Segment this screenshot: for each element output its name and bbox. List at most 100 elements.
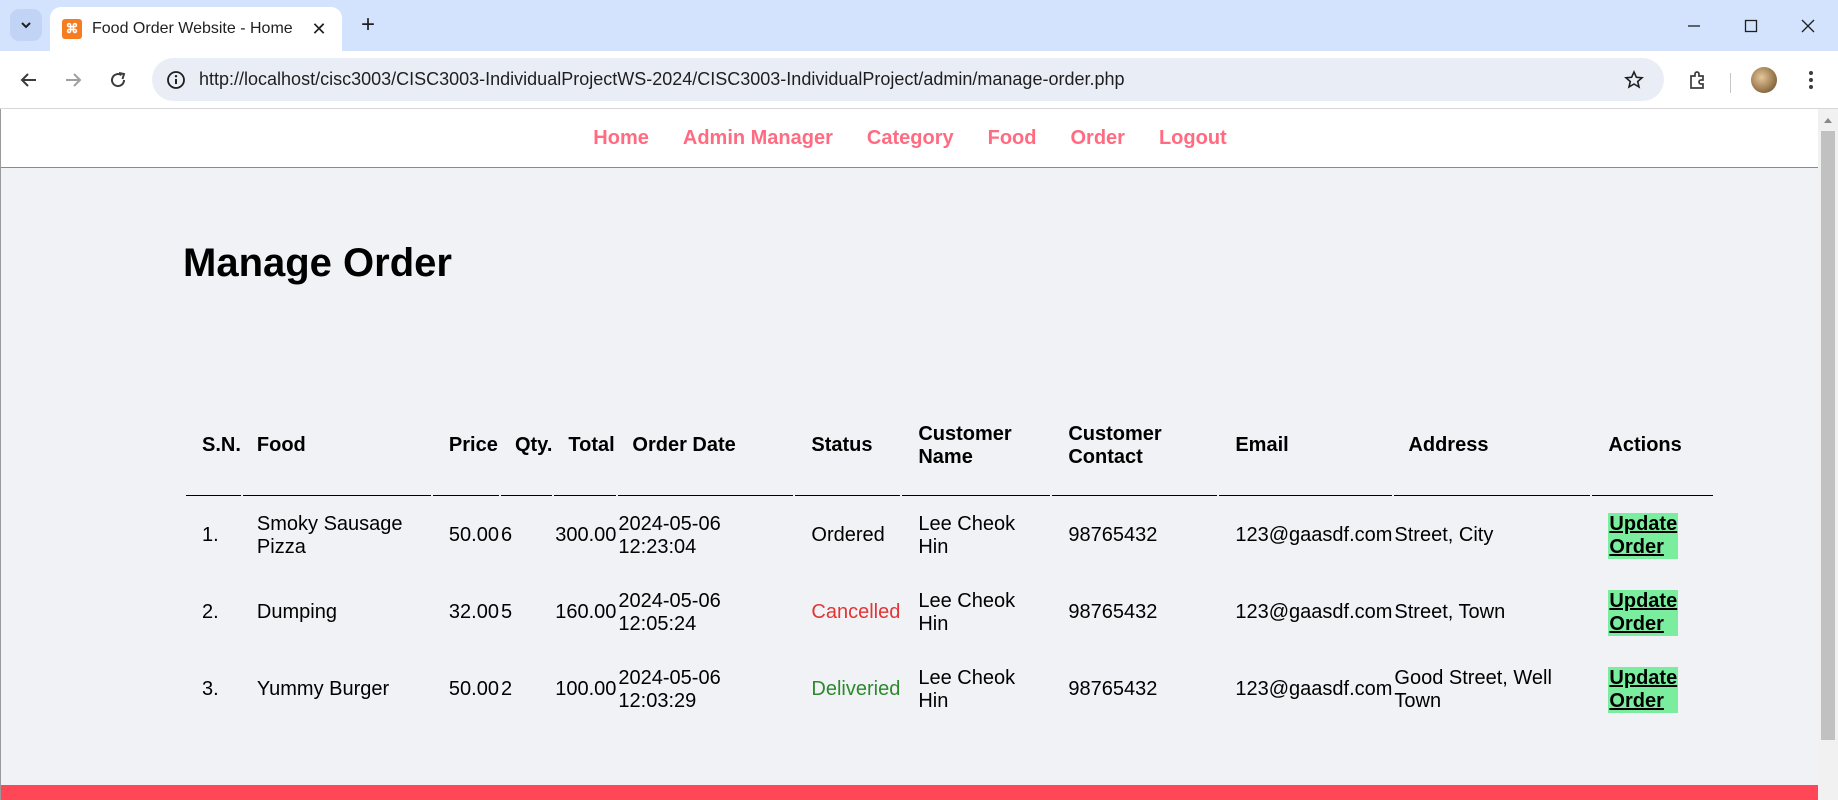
cell-address-line1: Good Street, Well	[1394, 666, 1552, 689]
cell-price: 50.00	[448, 678, 499, 700]
cell-address: Good Street, Well Town	[1394, 652, 1590, 727]
orders-table: S.N. Food Price Qty. Total Order Date St…	[184, 412, 1715, 729]
nav-home-link[interactable]: Home	[593, 127, 649, 150]
cell-address: Street, City	[1394, 498, 1590, 573]
close-window-icon[interactable]	[1780, 0, 1836, 51]
cell-order-date: 2024-05-06 12:23:04	[618, 498, 793, 573]
cell-qty: 6	[500, 524, 513, 546]
cell-actions: Update Order	[1592, 575, 1713, 650]
header-price: Price	[432, 414, 499, 496]
nav-admin-manager-link[interactable]: Admin Manager	[683, 127, 833, 150]
cell-sn: 3.	[202, 678, 219, 700]
cell-contact: 98765432	[1068, 524, 1158, 546]
site-info-icon[interactable]	[161, 65, 191, 95]
cell-customer-name: Lee Cheok Hin	[902, 575, 1050, 650]
tab-title: Food Order Website - Home Page	[92, 20, 297, 37]
plus-icon[interactable]: +	[354, 11, 382, 39]
more-icon[interactable]	[1794, 63, 1828, 97]
update-order-button[interactable]: Update Order	[1608, 666, 1679, 713]
update-order-button[interactable]: Update Order	[1608, 512, 1679, 559]
cell-actions: Update Order	[1592, 498, 1713, 573]
browser-tab[interactable]: ⌘ Food Order Website - Home Page ✕	[50, 7, 342, 51]
cell-food: Yummy Burger	[243, 652, 431, 727]
cell-price: 32.00	[448, 601, 499, 623]
cell-food: Dumping	[243, 575, 431, 650]
page-viewport: Home Admin Manager Category Food Order L…	[0, 109, 1818, 800]
header-address: Address	[1394, 414, 1591, 496]
cell-name-line1: Lee Cheok	[918, 589, 1016, 612]
cell-date-line1: 2024-05-06	[618, 589, 721, 612]
cell-date-line1: 2024-05-06	[618, 666, 721, 689]
nav-food-link[interactable]: Food	[988, 127, 1037, 150]
cell-order-date: 2024-05-06 12:05:24	[618, 575, 793, 650]
cell-contact: 98765432	[1068, 678, 1158, 700]
cell-name-line2: Hin	[918, 535, 949, 558]
cell-contact: 98765432	[1068, 601, 1158, 623]
cell-name-line2: Hin	[918, 689, 949, 712]
header-actions: Actions	[1592, 414, 1714, 496]
scroll-up-arrow-icon[interactable]	[1818, 113, 1838, 127]
cell-date-line2: 12:23:04	[618, 535, 697, 558]
close-icon[interactable]: ✕	[308, 18, 330, 40]
nav-order-link[interactable]: Order	[1070, 127, 1124, 150]
tab-strip: ⌘ Food Order Website - Home Page ✕ +	[0, 0, 1838, 51]
reload-icon[interactable]	[101, 63, 135, 97]
header-email: Email	[1219, 414, 1393, 496]
scrollbar-thumb[interactable]	[1821, 131, 1835, 740]
cell-actions: Update Order	[1592, 652, 1713, 727]
nav-logout-link[interactable]: Logout	[1159, 127, 1227, 150]
header-status: Status	[795, 414, 901, 496]
cell-qty: 2	[500, 678, 513, 700]
cell-food-line1: Smoky Sausage	[256, 512, 403, 535]
cell-email: 123@gaasdf.com	[1235, 678, 1393, 700]
cell-total: 300.00	[555, 524, 617, 546]
status-text: Ordered	[811, 524, 885, 546]
maximize-icon[interactable]	[1723, 0, 1779, 51]
cell-address-line2: Town	[1394, 689, 1442, 712]
cell-date-line1: 2024-05-06	[618, 512, 721, 535]
page-scrollbar[interactable]	[1818, 109, 1838, 800]
footer-bar	[1, 785, 1818, 800]
table-header-row: S.N. Food Price Qty. Total Order Date St…	[186, 414, 1714, 496]
header-customer-name-line1: Customer	[918, 422, 1012, 445]
header-order-date: Order Date	[618, 414, 794, 496]
cell-total: 160.00	[555, 601, 617, 623]
cell-date-line2: 12:03:29	[618, 689, 697, 712]
nav-category-link[interactable]: Category	[867, 127, 954, 150]
update-order-label-line2: Order	[1609, 535, 1664, 558]
back-icon[interactable]	[12, 63, 46, 97]
address-bar[interactable]: http://localhost/cisc3003/CISC3003-Indiv…	[152, 58, 1664, 101]
cell-customer-name: Lee Cheok Hin	[902, 652, 1050, 727]
cell-price: 50.00	[448, 524, 499, 546]
tab-search-icon[interactable]	[10, 9, 42, 41]
header-customer-contact-line1: Customer	[1068, 422, 1162, 445]
admin-menu: Home Admin Manager Category Food Order L…	[1, 109, 1818, 168]
minimize-icon[interactable]	[1666, 0, 1722, 51]
extensions-icon[interactable]	[1681, 63, 1715, 97]
page-title: Manage Order	[183, 241, 452, 285]
header-customer-contact: Customer Contact	[1052, 414, 1218, 496]
cell-qty: 5	[500, 601, 513, 623]
header-customer-name-line2: Name	[918, 445, 973, 468]
forward-icon[interactable]	[56, 63, 90, 97]
update-order-label-line1: Update	[1609, 666, 1678, 689]
update-order-button[interactable]: Update Order	[1608, 589, 1679, 636]
table-row: 1. Smoky Sausage Pizza 50.00 6 300.00 202…	[186, 498, 1713, 573]
cell-food-line2: Pizza	[256, 535, 306, 558]
header-total: Total	[554, 414, 617, 496]
browser-toolbar: http://localhost/cisc3003/CISC3003-Indiv…	[0, 51, 1838, 109]
url-text[interactable]: http://localhost/cisc3003/CISC3003-Indiv…	[199, 69, 1125, 90]
profile-avatar[interactable]	[1747, 63, 1781, 97]
table-row: 2. Dumping 32.00 5 160.00 2024-05-06 12:0…	[186, 575, 1713, 650]
cell-name-line2: Hin	[918, 612, 949, 635]
cell-address-line1: Street, Town	[1394, 601, 1506, 623]
cell-email: 123@gaasdf.com	[1235, 524, 1393, 546]
cell-date-line2: 12:05:24	[618, 612, 697, 635]
star-icon[interactable]	[1620, 66, 1648, 94]
update-order-label-line1: Update	[1609, 512, 1678, 535]
header-qty: Qty.	[500, 414, 553, 496]
cell-email: 123@gaasdf.com	[1235, 601, 1393, 623]
cell-sn: 2.	[202, 601, 219, 623]
update-order-label-line2: Order	[1609, 689, 1664, 712]
cell-sn: 1.	[202, 524, 219, 546]
